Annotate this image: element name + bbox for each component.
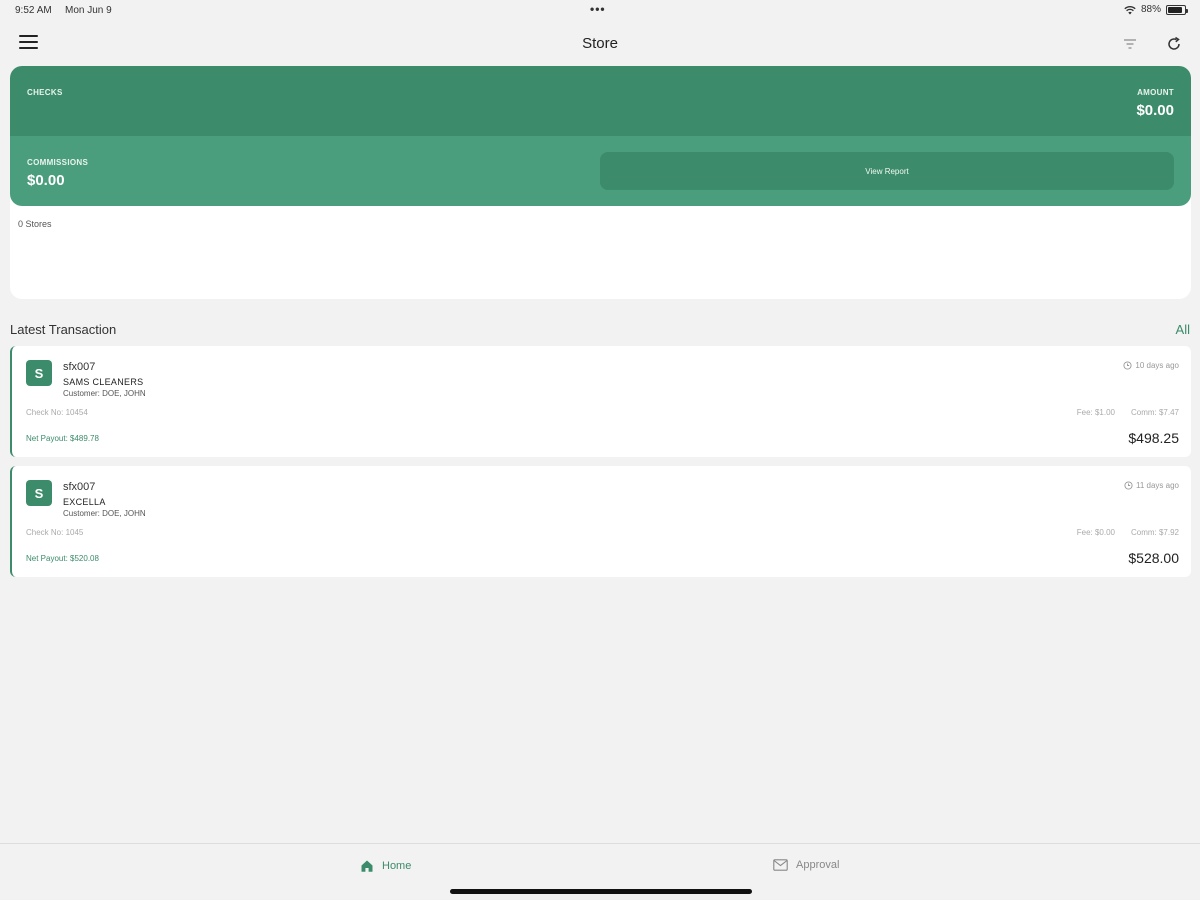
tab-approval[interactable]: Approval [773,859,839,871]
home-indicator[interactable] [450,889,752,894]
net-payout: Net Payout: $520.08 [26,554,99,563]
transaction-user: sfx007 [63,481,96,493]
nav-bar: Store [0,22,1200,64]
tab-approval-label: Approval [796,859,840,871]
transaction-total: $498.25 [1128,430,1179,446]
summary-top-band: CHECKS AMOUNT $0.00 [10,66,1191,136]
summary-card: CHECKS AMOUNT $0.00 COMMISSIONS $0.00 Vi… [10,66,1191,299]
refresh-icon[interactable] [1165,35,1183,53]
transaction-card[interactable]: S sfx007 SAMS CLEANERS Customer: DOE, JO… [10,346,1191,457]
transaction-customer: Customer: DOE, JOHN [63,509,146,518]
amount-label: AMOUNT [1137,88,1174,97]
clock-icon [1123,361,1132,370]
filter-icon[interactable] [1122,36,1138,52]
store-badge: S [26,360,52,386]
view-report-button[interactable]: View Report [600,152,1174,190]
menu-icon[interactable] [19,35,38,50]
tab-home-label: Home [382,860,412,872]
check-number: Check No: 1045 [26,528,84,537]
page-title: Store [582,35,618,52]
latest-transaction-title: Latest Transaction [10,322,117,337]
transaction-fee: Fee: $0.00 [1076,528,1115,537]
transaction-total: $528.00 [1128,550,1179,566]
summary-bottom-band: COMMISSIONS $0.00 View Report [10,136,1191,206]
tab-home[interactable]: Home [360,859,411,873]
battery-percent: 88% [1140,4,1161,15]
commissions-label: COMMISSIONS [27,158,89,167]
transaction-comm: Comm: $7.92 [1130,528,1179,537]
transaction-store: EXCELLA [63,497,106,507]
check-number: Check No: 10454 [26,408,88,417]
transaction-time: 11 days ago [1124,481,1179,490]
store-badge: S [26,480,52,506]
transaction-fee: Fee: $1.00 [1076,408,1115,417]
transaction-ago: 11 days ago [1136,481,1179,490]
checks-label: CHECKS [27,88,63,97]
commissions-value: $0.00 [27,172,65,189]
net-payout: Net Payout: $489.78 [26,434,99,443]
envelope-icon [773,859,788,871]
transaction-ago: 10 days ago [1135,361,1179,370]
all-transactions-link[interactable]: All [1176,322,1190,337]
transaction-time: 10 days ago [1123,361,1179,370]
status-right: 88% [1124,4,1188,15]
transaction-customer: Customer: DOE, JOHN [63,389,146,398]
transaction-comm: Comm: $7.47 [1130,408,1179,417]
transaction-user: sfx007 [63,361,96,373]
status-date: Mon Jun 9 [65,5,112,16]
transaction-store: SAMS CLEANERS [63,377,144,387]
home-icon [361,860,373,872]
amount-value: $0.00 [1136,102,1174,119]
clock-icon [1124,481,1133,490]
status-time: 9:52 AM [15,5,52,16]
transaction-card[interactable]: S sfx007 EXCELLA Customer: DOE, JOHN 11 … [10,466,1191,577]
status-bar: 9:52 AM Mon Jun 9 ••• 88% [0,0,1200,22]
stores-count: 0 Stores [18,219,52,229]
tab-bar: Home Approval [0,843,1200,900]
wifi-icon [1124,5,1136,14]
multitasking-dots[interactable]: ••• [590,2,606,16]
battery-icon [1166,4,1188,15]
